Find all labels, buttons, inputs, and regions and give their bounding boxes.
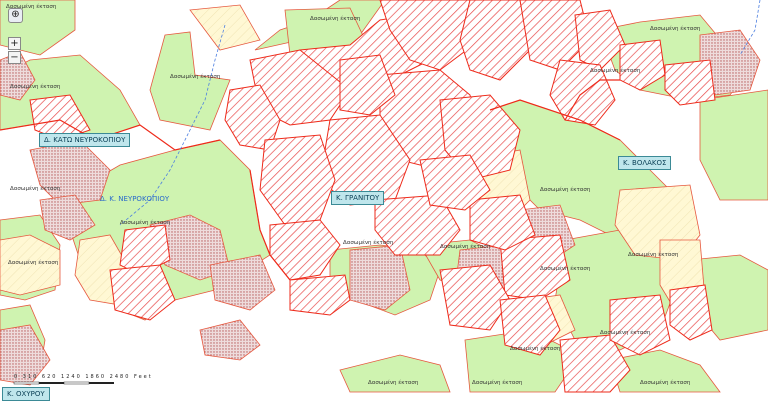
scale-bar-text: 0 310 620 1240 1860 2480 Feet: [14, 374, 153, 380]
area-label: Δασωμένη έκταση: [170, 73, 221, 80]
area-label: Δασωμένη έκταση: [10, 185, 61, 192]
town-label-volakos[interactable]: Κ. ΒΟΛΑΚΟΣ: [618, 156, 672, 170]
zoom-in-button[interactable]: +: [8, 37, 21, 50]
zoom-out-button[interactable]: −: [8, 51, 21, 64]
area-label: Δασωμένη έκταση: [343, 239, 394, 246]
area-label: Δασωμένη έκταση: [628, 251, 679, 258]
area-label: Δασωμένη έκταση: [8, 259, 59, 266]
area-label: Δασωμένη έκταση: [510, 345, 561, 352]
area-label: Δασωμένη έκταση: [540, 186, 591, 193]
pan-control-icon[interactable]: ⊕: [8, 8, 23, 23]
area-label: Δασωμένη έκταση: [600, 329, 651, 336]
area-label: Δασωμένη έκταση: [10, 83, 61, 90]
municipality-label: Δ. Κ. ΝΕΥΡΟΚΟΠΙΟΥ: [100, 195, 170, 203]
area-label: Δασωμένη έκταση: [540, 265, 591, 272]
area-label: Δασωμένη έκταση: [472, 379, 523, 386]
area-label: Δασωμένη έκταση: [120, 219, 171, 226]
area-label: Δασωμένη έκταση: [590, 67, 641, 74]
town-label-granitou[interactable]: Κ. ΓΡΑΝΙΤΟΥ: [331, 191, 385, 205]
area-label: Δασωμένη έκταση: [440, 243, 491, 250]
town-label-kato-nevrokopi[interactable]: Δ. ΚΑΤΩ ΝΕΥΡΟΚΟΠΙΟΥ: [39, 133, 131, 147]
area-label: Δασωμένη έκταση: [310, 15, 361, 22]
area-label: Δασωμένη έκταση: [368, 379, 419, 386]
area-label: Δασωμένη έκταση: [650, 25, 701, 32]
area-label: Δασωμένη έκταση: [640, 379, 691, 386]
